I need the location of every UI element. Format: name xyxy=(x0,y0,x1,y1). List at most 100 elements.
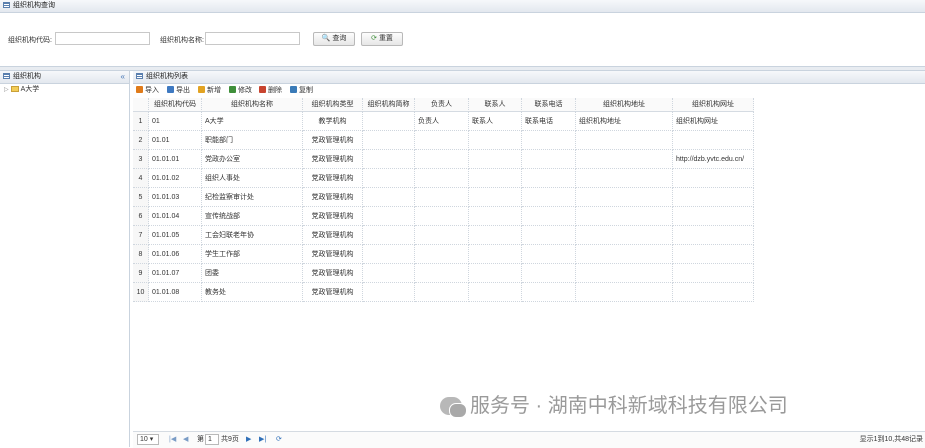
prev-page-icon[interactable]: ◀ xyxy=(183,435,188,445)
table-cell: 01.01.04 xyxy=(149,207,202,226)
table-row[interactable]: 5 01.01.03 纪检监察审计处 党政管理机构 xyxy=(133,188,754,207)
row-number: 3 xyxy=(133,150,149,169)
tree-node-root[interactable]: ▷ A大学 xyxy=(4,85,39,95)
table-cell: 党政管理机构 xyxy=(303,131,363,150)
search-panel-title: 组织机构查询 xyxy=(13,2,55,9)
table-cell xyxy=(522,169,576,188)
toolbar-button-2[interactable]: 新增 xyxy=(198,86,221,96)
toolbar-button-4[interactable]: 删除 xyxy=(259,86,282,96)
table-cell xyxy=(363,245,415,264)
folder-icon xyxy=(10,86,19,92)
table-cell xyxy=(469,207,522,226)
search-icon: 🔍 xyxy=(321,35,331,42)
row-number: 9 xyxy=(133,264,149,283)
table-row[interactable]: 3 01.01.01 党政办公室 党政管理机构 http://dzb.yvtc.edu.… xyxy=(133,150,754,169)
toolbar-button-label: 删除 xyxy=(268,87,282,94)
column-header[interactable]: 组织机构代码 xyxy=(149,98,202,112)
table-row[interactable]: 9 01.01.07 团委 党政管理机构 xyxy=(133,264,754,283)
table-cell xyxy=(576,188,673,207)
table-cell xyxy=(522,264,576,283)
table-cell xyxy=(469,245,522,264)
table-row[interactable]: 2 01.01 职能部门 党政管理机构 xyxy=(133,131,754,150)
row-number: 4 xyxy=(133,169,149,188)
column-header[interactable]: 组织机构名称 xyxy=(202,98,303,112)
table-cell: 组织机构网址 xyxy=(673,112,754,131)
org-name-label: 组织机构名称: xyxy=(160,37,204,44)
table-cell: 党政管理机构 xyxy=(303,245,363,264)
table-cell: 团委 xyxy=(202,264,303,283)
toolbar-button-label: 修改 xyxy=(238,87,252,94)
table-row[interactable]: 10 01.01.08 教务处 党政管理机构 xyxy=(133,283,754,302)
refresh-icon[interactable]: ⟳ xyxy=(276,435,282,445)
table-cell xyxy=(673,264,754,283)
table-row[interactable]: 6 01.01.04 宣传统战部 党政管理机构 xyxy=(133,207,754,226)
org-code-input[interactable] xyxy=(55,32,150,45)
refresh-icon: ⟳ xyxy=(371,35,377,42)
table-cell xyxy=(576,283,673,302)
list-icon xyxy=(3,73,10,79)
column-header[interactable]: 组织机构地址 xyxy=(576,98,673,112)
table-cell xyxy=(363,188,415,207)
table-cell: 宣传统战部 xyxy=(202,207,303,226)
table-cell xyxy=(469,188,522,207)
row-number: 5 xyxy=(133,188,149,207)
page-size-select[interactable]: 10 ▾ xyxy=(137,434,159,445)
column-header[interactable]: 组织机构简称 xyxy=(363,98,415,112)
table-cell xyxy=(415,150,469,169)
table-cell xyxy=(469,150,522,169)
table-cell: 01.01.08 xyxy=(149,283,202,302)
toolbar-button-3[interactable]: 修改 xyxy=(229,86,252,96)
column-header[interactable]: 负责人 xyxy=(415,98,469,112)
toolbar-button-0[interactable]: 导入 xyxy=(136,86,159,96)
toolbar-button-1[interactable]: 导出 xyxy=(167,86,190,96)
toolbar-icon xyxy=(167,86,174,93)
org-name-input[interactable] xyxy=(205,32,300,45)
column-header[interactable]: 组织机构类型 xyxy=(303,98,363,112)
table-cell: 01.01.07 xyxy=(149,264,202,283)
expand-icon[interactable]: ▷ xyxy=(4,87,9,93)
table-cell xyxy=(415,131,469,150)
table-cell: 教务处 xyxy=(202,283,303,302)
collapse-icon[interactable]: « xyxy=(121,71,125,83)
table-cell: 01.01.02 xyxy=(149,169,202,188)
table-cell: 01.01.01 xyxy=(149,150,202,169)
toolbar-icon xyxy=(259,86,266,93)
query-button[interactable]: 🔍 查询 xyxy=(313,32,355,46)
page-number-input[interactable]: 1 xyxy=(205,434,219,445)
column-header[interactable]: 联系电话 xyxy=(522,98,576,112)
search-form: 组织机构代码: 组织机构名称: 🔍 查询 ⟳ 重置 xyxy=(0,13,925,65)
table-cell xyxy=(522,207,576,226)
next-page-icon[interactable]: ▶ xyxy=(246,435,251,445)
table-row[interactable]: 8 01.01.06 学生工作部 党政管理机构 xyxy=(133,245,754,264)
reset-button[interactable]: ⟳ 重置 xyxy=(361,32,403,46)
table-cell: 联系人 xyxy=(469,112,522,131)
table-cell: 职能部门 xyxy=(202,131,303,150)
last-page-icon[interactable]: ▶| xyxy=(259,435,266,445)
table-cell xyxy=(363,131,415,150)
tree-node-label: A大学 xyxy=(20,86,40,93)
table-cell xyxy=(576,264,673,283)
table-cell xyxy=(469,131,522,150)
page-size-value: 10 xyxy=(140,436,148,443)
table-cell xyxy=(363,169,415,188)
table-cell xyxy=(469,169,522,188)
table-cell xyxy=(576,150,673,169)
row-number: 2 xyxy=(133,131,149,150)
toolbar-button-5[interactable]: 复制 xyxy=(290,86,313,96)
table-cell xyxy=(576,131,673,150)
first-page-icon[interactable]: |◀ xyxy=(169,435,176,445)
list-panel-title: 组织机构列表 xyxy=(146,73,188,80)
table-cell xyxy=(415,283,469,302)
table-cell xyxy=(415,226,469,245)
table-row[interactable]: 7 01.01.05 工会妇联老年协 党政管理机构 xyxy=(133,226,754,245)
table-cell xyxy=(363,112,415,131)
table-cell: 党政管理机构 xyxy=(303,169,363,188)
column-header[interactable]: 组织机构网址 xyxy=(673,98,754,112)
table-row[interactable]: 1 01 A大学 教学机构 负责人 联系人 联系电话 组织机构地址 组织机构网址 xyxy=(133,112,754,131)
record-summary: 显示1到10,共48记录 xyxy=(859,436,923,443)
table-cell xyxy=(673,245,754,264)
toolbar-button-label: 新增 xyxy=(207,87,221,94)
list-icon xyxy=(136,73,143,79)
table-row[interactable]: 4 01.01.02 组织人事处 党政管理机构 xyxy=(133,169,754,188)
column-header[interactable]: 联系人 xyxy=(469,98,522,112)
